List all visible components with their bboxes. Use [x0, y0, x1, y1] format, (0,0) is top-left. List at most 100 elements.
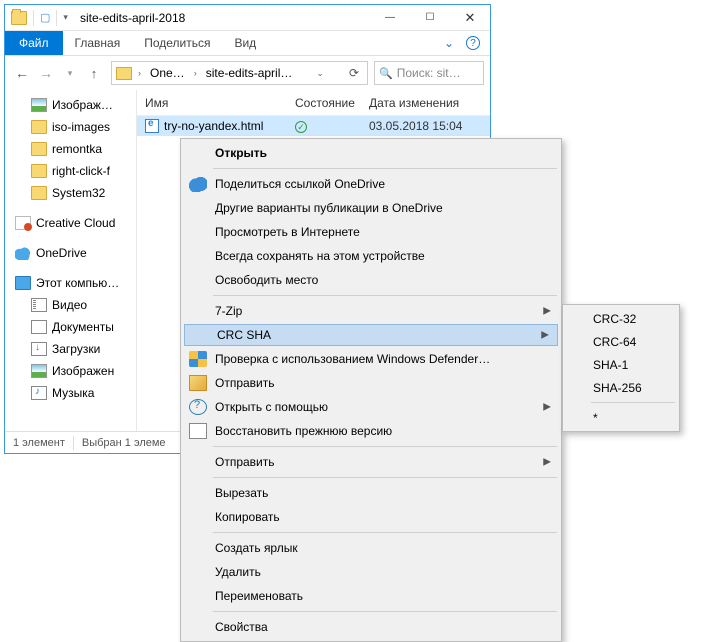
sidebar-item-downloads[interactable]: Загрузки [5, 338, 136, 360]
ribbon-tabs: Файл Главная Поделиться Вид ⌄ ? [5, 31, 490, 56]
address-bar[interactable]: › One… › site-edits-april… ⌄ ⟳ [111, 61, 368, 85]
creative-cloud-icon [15, 216, 31, 230]
menu-separator [213, 168, 557, 169]
folder-icon [31, 142, 47, 156]
menu-shortcut[interactable]: Создать ярлык [183, 536, 559, 560]
sync-check-icon: ✓ [295, 121, 307, 133]
sidebar-item-video[interactable]: Видео [5, 294, 136, 316]
menu-free-space[interactable]: Освободить место [183, 268, 559, 292]
sidebar-item-images[interactable]: Изображ… [5, 94, 136, 116]
col-name[interactable]: Имя [137, 96, 287, 110]
refresh-button[interactable]: ⟳ [345, 66, 363, 80]
sidebar-item-documents[interactable]: Документы [5, 316, 136, 338]
minimize-button[interactable]: — [370, 5, 410, 30]
restore-icon [189, 423, 207, 439]
crc-submenu: CRC-32 CRC-64 SHA-1 SHA-256 * [562, 304, 680, 432]
forward-button[interactable]: → [35, 62, 57, 84]
sidebar-item-thispc[interactable]: Этот компью… [5, 272, 136, 294]
submenu-star[interactable]: * [565, 406, 677, 429]
documents-icon [31, 320, 47, 334]
submenu-crc32[interactable]: CRC-32 [565, 307, 677, 330]
html-file-icon [145, 119, 159, 133]
status-count: 1 элемент [13, 437, 65, 449]
menu-separator [213, 295, 557, 296]
send-icon [189, 375, 207, 391]
ribbon-file-tab[interactable]: Файл [5, 31, 63, 55]
file-row-selected[interactable]: try-no-yandex.html ✓ 03.05.2018 15:04 [137, 116, 490, 136]
ribbon-expand-icon[interactable]: ⌄ [444, 36, 454, 50]
search-placeholder: Поиск: sit… [397, 66, 461, 80]
pictures-icon [31, 98, 47, 112]
menu-restore[interactable]: Восстановить прежнюю версию [183, 419, 559, 443]
menu-crc-sha[interactable]: CRC SHA▶ [184, 324, 558, 346]
qat-dropdown-icon[interactable]: ▾ [63, 12, 68, 23]
menu-properties[interactable]: Свойства [183, 615, 559, 639]
menu-cut[interactable]: Вырезать [183, 481, 559, 505]
menu-separator [591, 402, 675, 403]
sidebar-item-rightclick[interactable]: right-click-f [5, 160, 136, 182]
window-title: site-edits-april-2018 [74, 11, 370, 25]
qat-separator [33, 10, 34, 26]
onedrive-icon [189, 176, 207, 192]
menu-send-to[interactable]: Отправить▶ [183, 450, 559, 474]
address-dropdown-icon[interactable]: ⌄ [314, 68, 326, 79]
submenu-arrow-icon: ▶ [543, 457, 551, 468]
sidebar-item-creativecloud[interactable]: Creative Cloud [5, 212, 136, 234]
video-icon [31, 298, 47, 312]
sidebar-item-remontka[interactable]: remontka [5, 138, 136, 160]
sidebar-item-system32[interactable]: System32 [5, 182, 136, 204]
window-controls: — ☐ ✕ [370, 5, 490, 30]
qat-check-icon[interactable]: ▢ [40, 11, 50, 24]
history-dropdown-icon[interactable]: ▾ [59, 62, 81, 84]
menu-share-onedrive[interactable]: Поделиться ссылкой OneDrive [183, 172, 559, 196]
breadcrumb-chevron-icon[interactable]: › [136, 68, 143, 78]
titlebar: ▢ ▾ site-edits-april-2018 — ☐ ✕ [5, 5, 490, 31]
submenu-arrow-icon: ▶ [543, 402, 551, 413]
sidebar-item-music[interactable]: Музыка [5, 382, 136, 404]
submenu-sha1[interactable]: SHA-1 [565, 353, 677, 376]
sidebar-item-iso[interactable]: iso-images [5, 116, 136, 138]
submenu-sha256[interactable]: SHA-256 [565, 376, 677, 399]
menu-send[interactable]: Отправить [183, 371, 559, 395]
ribbon-tab-view[interactable]: Вид [222, 31, 268, 55]
close-button[interactable]: ✕ [450, 5, 490, 30]
sidebar-item-images2[interactable]: Изображен [5, 360, 136, 382]
up-button[interactable]: ↑ [83, 62, 105, 84]
breadcrumb[interactable]: site-edits-april… [203, 66, 296, 80]
back-button[interactable]: ← [11, 62, 33, 84]
onedrive-icon [15, 246, 31, 260]
menu-7zip[interactable]: 7-Zip▶ [183, 299, 559, 323]
ribbon-tab-home[interactable]: Главная [63, 31, 133, 55]
menu-always-keep[interactable]: Всегда сохранять на этом устройстве [183, 244, 559, 268]
pc-icon [15, 276, 31, 290]
menu-defender[interactable]: Проверка с использованием Windows Defend… [183, 347, 559, 371]
menu-separator [213, 477, 557, 478]
col-state[interactable]: Состояние [287, 96, 361, 110]
search-icon: 🔍 [379, 67, 393, 80]
sidebar-item-onedrive[interactable]: OneDrive [5, 242, 136, 264]
col-date[interactable]: Дата изменения [361, 96, 490, 110]
qat-separator [56, 10, 57, 26]
folder-icon [116, 67, 132, 80]
menu-view-internet[interactable]: Просмотреть в Интернете [183, 220, 559, 244]
context-menu: Открыть Поделиться ссылкой OneDrive Друг… [180, 138, 562, 642]
folder-icon [31, 186, 47, 200]
menu-separator [213, 532, 557, 533]
status-selection: Выбран 1 элеме [82, 437, 166, 449]
menu-rename[interactable]: Переименовать [183, 584, 559, 608]
breadcrumb-chevron-icon[interactable]: › [192, 68, 199, 78]
menu-open-with[interactable]: Открыть с помощью▶ [183, 395, 559, 419]
menu-delete[interactable]: Удалить [183, 560, 559, 584]
submenu-arrow-icon: ▶ [541, 330, 549, 341]
menu-open[interactable]: Открыть [183, 141, 559, 165]
column-headers: Имя Состояние Дата изменения [137, 90, 490, 116]
search-input[interactable]: 🔍 Поиск: sit… [374, 61, 484, 85]
downloads-icon [31, 342, 47, 356]
breadcrumb[interactable]: One… [147, 66, 188, 80]
ribbon-tab-share[interactable]: Поделиться [132, 31, 222, 55]
help-icon[interactable]: ? [466, 36, 480, 50]
maximize-button[interactable]: ☐ [410, 5, 450, 30]
menu-other-publish[interactable]: Другие варианты публикации в OneDrive [183, 196, 559, 220]
submenu-crc64[interactable]: CRC-64 [565, 330, 677, 353]
menu-copy[interactable]: Копировать [183, 505, 559, 529]
